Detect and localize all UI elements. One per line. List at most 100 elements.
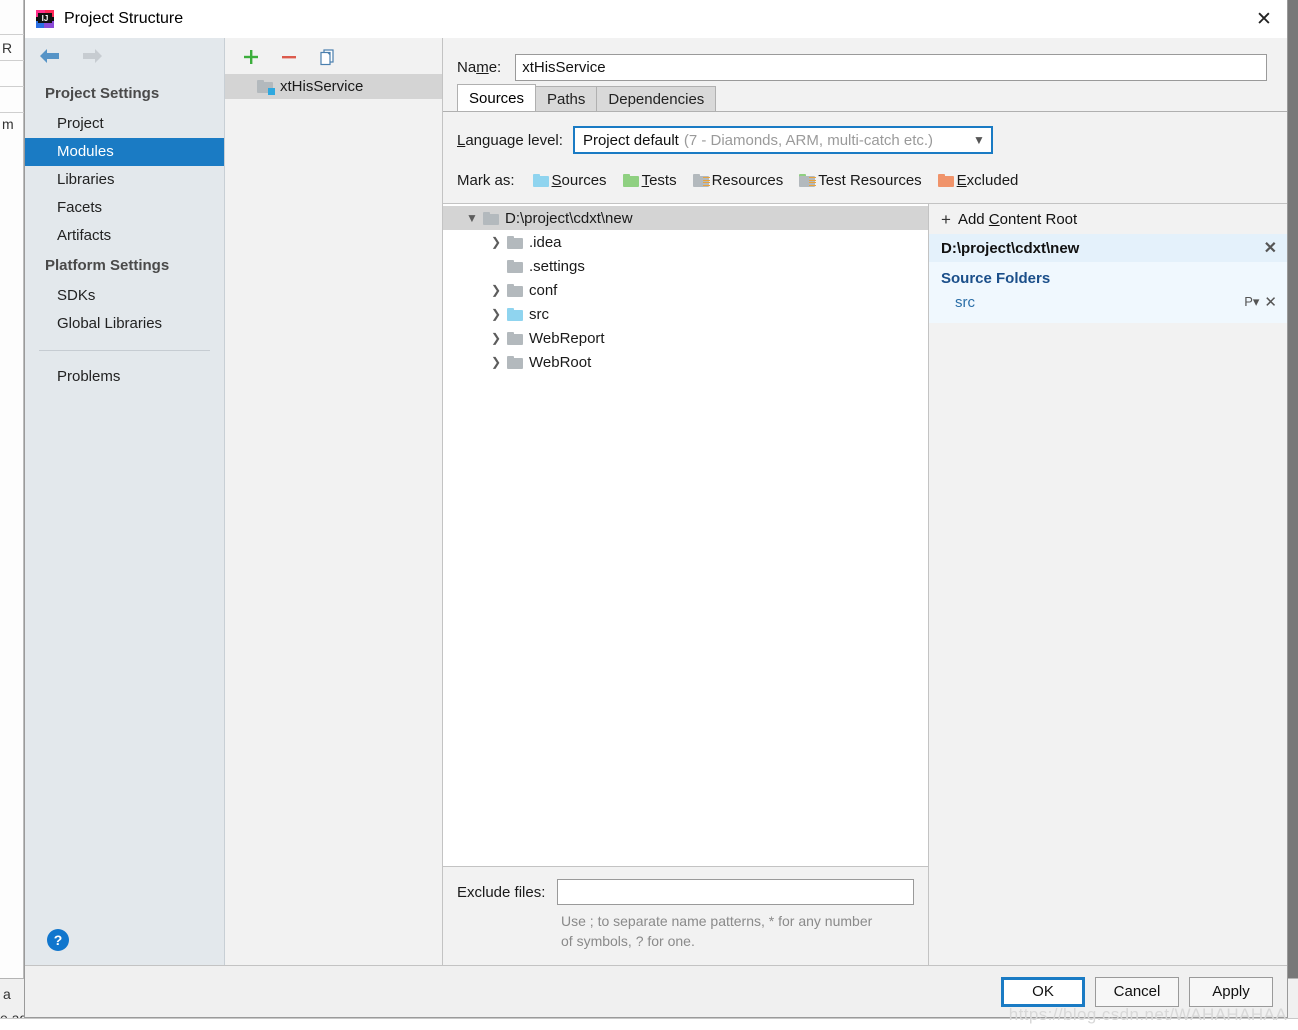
sources-tab-content: Language level: Project default (7 - Dia… [443, 111, 1287, 965]
sidebar-item-artifacts[interactable]: Artifacts [25, 222, 224, 250]
chevron-right-icon[interactable]: ❯ [485, 307, 507, 321]
sidebar-item-problems[interactable]: Problems [25, 363, 224, 391]
background-text-fragment-2: m [2, 116, 14, 132]
folder-icon [507, 355, 523, 369]
package-prefix-icon[interactable]: P▾ [1244, 294, 1259, 310]
source-folder-item-src[interactable]: src P▾ ✕ [929, 291, 1287, 313]
chevron-down-icon: ▼ [973, 133, 985, 147]
chevron-right-icon[interactable]: ❯ [485, 355, 507, 369]
sidebar-divider [39, 350, 210, 351]
module-folder-icon [257, 80, 275, 95]
copy-icon[interactable] [317, 47, 337, 67]
apply-button[interactable]: Apply [1189, 976, 1273, 1007]
folder-icon [507, 283, 523, 297]
minus-icon[interactable] [279, 47, 299, 67]
background-text-fragment-3: a [3, 986, 11, 1002]
chevron-right-icon[interactable]: ❯ [485, 283, 507, 297]
sidebar-item-project[interactable]: Project [25, 110, 224, 138]
tree-row-settings[interactable]: .settings [443, 254, 928, 278]
dialog-titlebar: IJ Project Structure ✕ [25, 0, 1287, 38]
plus-icon: + [941, 209, 951, 229]
tree-row-webreport[interactable]: ❯ WebReport [443, 326, 928, 350]
folder-icon [507, 331, 523, 345]
mark-as-resources[interactable]: Resources [692, 172, 783, 189]
excluded-folder-icon [937, 174, 954, 187]
sources-folder-icon [532, 174, 549, 187]
sidebar-item-global-libraries[interactable]: Global Libraries [25, 310, 224, 338]
tree-row-label: .idea [529, 233, 562, 251]
tree-row-label: D:\project\cdxt\new [505, 209, 633, 227]
mark-as-tests[interactable]: Tests [622, 172, 677, 189]
tree-row-idea[interactable]: ❯ .idea [443, 230, 928, 254]
mark-as-tests-label: Tests [641, 172, 677, 189]
tree-row-src[interactable]: ❯ src [443, 302, 928, 326]
add-content-root-label: Add Content Root [957, 210, 1078, 228]
background-right-edge [1288, 0, 1298, 978]
sidebar-item-facets[interactable]: Facets [25, 194, 224, 222]
language-level-hint: (7 - Diamonds, ARM, multi-catch etc.) [683, 131, 934, 149]
exclude-files-input[interactable] [557, 879, 914, 905]
test-resources-folder-icon [799, 174, 817, 187]
tab-sources[interactable]: Sources [457, 84, 537, 111]
tab-paths[interactable]: Paths [535, 86, 598, 111]
content-root-path: D:\project\cdxt\new [941, 239, 1080, 257]
dialog-body: Project Settings Project Modules Librari… [25, 38, 1287, 965]
background-text-fragment-1: R [2, 40, 13, 56]
background-divider [0, 60, 24, 61]
mark-as-row: Mark as: Sources Tests Resources Test Re… [443, 154, 1287, 203]
tree-row-label: WebRoot [529, 353, 592, 371]
folder-icon [507, 235, 523, 249]
module-item-xthisservice[interactable]: xtHisService [225, 74, 442, 99]
language-level-row: Language level: Project default (7 - Dia… [443, 112, 1287, 154]
source-folder-tools: P▾ ✕ [1244, 293, 1277, 311]
module-name-label: Name: [457, 58, 502, 76]
dialog-footer: OK Cancel Apply https://blog.csdn.net/WA… [25, 965, 1287, 1024]
mark-as-test-resources-label: Test Resources [818, 172, 922, 189]
module-name-input[interactable] [515, 53, 1267, 81]
dialog-title: Project Structure [64, 10, 184, 27]
mark-as-excluded-label: Excluded [956, 172, 1019, 189]
sidebar-item-libraries[interactable]: Libraries [25, 166, 224, 194]
exclude-files-row: Exclude files: [449, 879, 914, 905]
background-bottom-strip [0, 1018, 1298, 1030]
mark-as-test-resources[interactable]: Test Resources [799, 172, 922, 189]
chevron-down-icon[interactable]: ▼ [461, 211, 483, 225]
content-root-tree: ▼ D:\project\cdxt\new ❯ .idea .settings … [443, 204, 928, 866]
tests-folder-icon [622, 174, 639, 187]
tree-row-label: conf [529, 281, 558, 299]
tree-row-root[interactable]: ▼ D:\project\cdxt\new [443, 206, 928, 230]
folder-icon [483, 211, 499, 225]
close-icon[interactable]: ✕ [1264, 238, 1277, 258]
tab-dependencies[interactable]: Dependencies [596, 86, 717, 111]
tree-row-conf[interactable]: ❯ conf [443, 278, 928, 302]
close-icon[interactable]: ✕ [1241, 0, 1287, 38]
back-arrow-icon[interactable] [37, 46, 63, 66]
cancel-button[interactable]: Cancel [1095, 976, 1179, 1007]
help-container: ? [25, 929, 224, 965]
exclude-files-area: Exclude files: Use ; to separate name pa… [443, 866, 928, 965]
help-icon[interactable]: ? [47, 929, 69, 951]
chevron-right-icon[interactable]: ❯ [485, 331, 507, 345]
sidebar-item-sdks[interactable]: SDKs [25, 282, 224, 310]
background-divider [0, 34, 24, 35]
add-content-root-button[interactable]: + Add Content Root [929, 204, 1287, 234]
mark-as-sources-label: Sources [551, 172, 607, 189]
mark-as-excluded[interactable]: Excluded [937, 172, 1019, 189]
resources-folder-icon [692, 174, 710, 187]
plus-icon[interactable] [241, 47, 261, 67]
mark-as-sources[interactable]: Sources [532, 172, 607, 189]
exclude-files-label: Exclude files: [457, 883, 546, 901]
chevron-right-icon[interactable]: ❯ [485, 235, 507, 249]
tree-row-label: src [529, 305, 549, 323]
sidebar-item-modules[interactable]: Modules [25, 138, 224, 166]
module-editor-pane: Name: Sources Paths Dependencies Languag… [443, 38, 1287, 965]
language-level-select[interactable]: Project default (7 - Diamonds, ARM, mult… [572, 126, 993, 154]
sidebar-heading-project-settings: Project Settings [45, 85, 160, 102]
content-root-tree-pane: ▼ D:\project\cdxt\new ❯ .idea .settings … [443, 204, 929, 965]
project-structure-dialog: IJ Project Structure ✕ Project Settings … [24, 0, 1288, 1024]
module-item-label: xtHisService [280, 78, 364, 95]
mark-as-label: Mark as: [457, 172, 515, 189]
tree-row-webroot[interactable]: ❯ WebRoot [443, 350, 928, 374]
ok-button[interactable]: OK [1001, 976, 1085, 1007]
close-icon[interactable]: ✕ [1264, 293, 1277, 311]
